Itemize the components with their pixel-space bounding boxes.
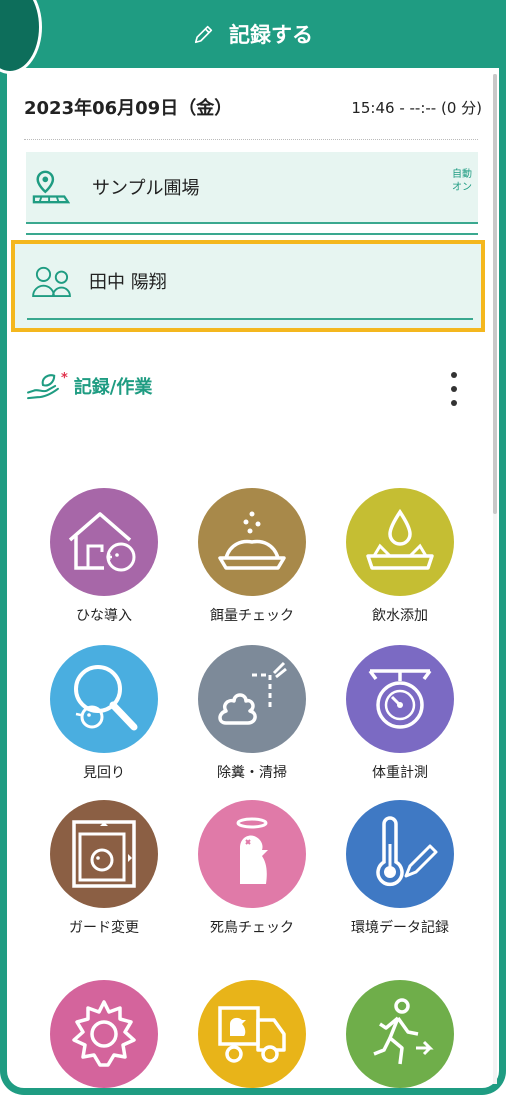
walking-person-icon xyxy=(373,998,434,1065)
tile-label: 見回り xyxy=(83,765,125,781)
truck-chick-icon xyxy=(218,1006,286,1063)
header-bar: 記録する xyxy=(0,0,506,68)
guard-chick-icon xyxy=(72,820,136,888)
farm-name: サンプル圃場 xyxy=(92,178,200,199)
tile-shipping[interactable] xyxy=(187,980,317,1088)
auto-state: オン xyxy=(452,182,472,193)
tile-label: 環境データ記録 xyxy=(351,920,449,936)
tile-feed-check[interactable]: 餌量チェック xyxy=(187,488,317,626)
record-time: 15:46 - --:-- (0 分) xyxy=(351,98,482,117)
section-title: 記録/作業 xyxy=(73,377,153,398)
person-field[interactable]: 田中 陽翔 xyxy=(27,244,473,320)
gear-icon xyxy=(72,1000,136,1067)
water-additive-icon xyxy=(366,508,434,570)
scale-icon xyxy=(368,669,432,729)
divider xyxy=(26,233,478,235)
more-options-button[interactable] xyxy=(448,372,460,406)
tile-label: 体重計測 xyxy=(372,765,428,781)
tile-walk[interactable] xyxy=(335,980,465,1088)
section-header: * 記録/作業 xyxy=(26,368,152,404)
person-field-highlight[interactable]: 田中 陽翔 xyxy=(11,240,485,332)
tile-guard-change[interactable]: ガード変更 xyxy=(39,800,169,938)
tile-label: 除糞・清掃 xyxy=(217,765,287,781)
auto-label: 自動 xyxy=(452,169,472,180)
thermometer-pen-icon xyxy=(376,816,438,887)
waste-spray-icon xyxy=(218,661,287,725)
tile-label: ひな導入 xyxy=(76,608,132,624)
tile-weighing[interactable]: 体重計測 xyxy=(335,645,465,783)
tile-water-additive[interactable]: 飲水添加 xyxy=(335,488,465,626)
tile-label: 飲水添加 xyxy=(372,608,428,624)
record-datetime-row[interactable]: 2023年06月09日（金） 15:46 - --:-- (0 分) xyxy=(24,92,482,122)
divider xyxy=(24,139,478,140)
dead-chick-icon xyxy=(236,817,268,884)
tile-label: 死鳥チェック xyxy=(210,920,294,936)
magnifier-chick-icon xyxy=(74,665,138,731)
chick-intake-icon xyxy=(68,512,136,572)
people-icon xyxy=(32,266,71,298)
hand-leaf-icon xyxy=(27,374,59,400)
tile-patrol[interactable]: 見回り xyxy=(39,645,169,783)
farm-field[interactable]: サンプル圃場 自動 オン xyxy=(26,152,478,224)
tile-environment-record[interactable]: 環境データ記録 xyxy=(335,800,465,938)
required-mark: * xyxy=(61,370,68,386)
tile-dead-check[interactable]: 死鳥チェック xyxy=(187,800,317,938)
tile-cleaning[interactable]: 除糞・清掃 xyxy=(187,645,317,783)
scrollbar-thumb[interactable] xyxy=(493,74,497,514)
person-name: 田中 陽翔 xyxy=(89,272,167,293)
feed-bowl-icon xyxy=(218,511,286,570)
tile-label: 餌量チェック xyxy=(210,608,294,624)
auto-toggle[interactable]: 自動 オン xyxy=(452,168,472,194)
pencil-icon xyxy=(194,25,213,44)
tile-label: ガード変更 xyxy=(69,920,139,936)
page-title: 記録する xyxy=(229,23,313,47)
tile-settings[interactable] xyxy=(39,980,169,1088)
map-pin-icon xyxy=(32,170,70,204)
record-date: 2023年06月09日（金） xyxy=(24,98,233,119)
tile-chick-intake[interactable]: ひな導入 xyxy=(39,488,169,626)
